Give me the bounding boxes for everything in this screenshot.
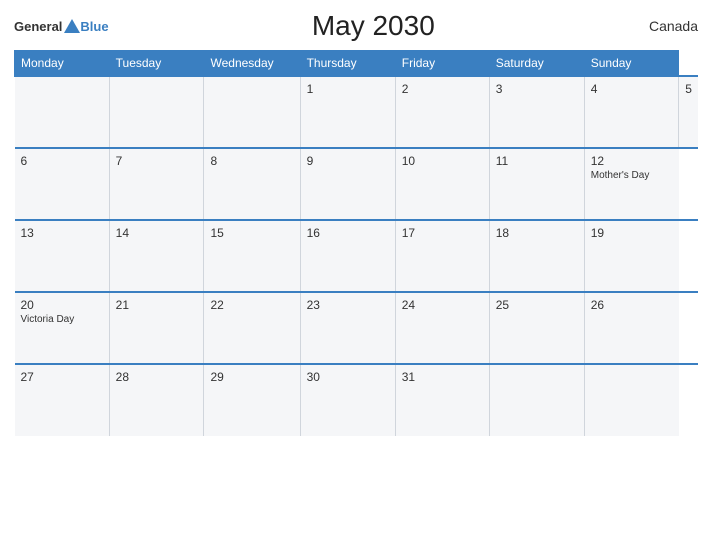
calendar-cell: 27 bbox=[15, 364, 110, 436]
weekday-header-wednesday: Wednesday bbox=[204, 51, 300, 77]
weekday-header-row: MondayTuesdayWednesdayThursdayFridaySatu… bbox=[15, 51, 699, 77]
holiday-label: Mother's Day bbox=[591, 170, 673, 181]
day-number: 7 bbox=[116, 154, 198, 168]
calendar-cell: 22 bbox=[204, 292, 300, 364]
calendar-cell: 2 bbox=[395, 76, 489, 148]
day-number: 11 bbox=[496, 154, 578, 168]
day-number: 31 bbox=[402, 370, 483, 384]
calendar-cell: 6 bbox=[15, 148, 110, 220]
day-number: 17 bbox=[402, 226, 483, 240]
calendar-cell: 20 Victoria Day bbox=[15, 292, 110, 364]
calendar-cell: 29 bbox=[204, 364, 300, 436]
calendar-cell: 5 bbox=[679, 76, 698, 148]
calendar-cell bbox=[584, 364, 679, 436]
logo: General Blue bbox=[14, 19, 109, 34]
day-number: 19 bbox=[591, 226, 673, 240]
holiday-label: Victoria Day bbox=[21, 314, 103, 325]
day-number: 5 bbox=[685, 82, 692, 96]
day-number: 8 bbox=[210, 154, 293, 168]
calendar-cell: 13 bbox=[15, 220, 110, 292]
calendar-title: May 2030 bbox=[109, 10, 638, 42]
day-number: 1 bbox=[307, 82, 389, 96]
day-number: 9 bbox=[307, 154, 389, 168]
day-number: 20 bbox=[21, 298, 103, 312]
day-number: 14 bbox=[116, 226, 198, 240]
calendar-header: General Blue May 2030 Canada bbox=[14, 10, 698, 42]
calendar-cell bbox=[15, 76, 110, 148]
day-number: 6 bbox=[21, 154, 103, 168]
day-number: 3 bbox=[496, 82, 578, 96]
calendar-cell: 24 bbox=[395, 292, 489, 364]
calendar-cell: 25 bbox=[489, 292, 584, 364]
day-number: 18 bbox=[496, 226, 578, 240]
day-number: 12 bbox=[591, 154, 673, 168]
day-number: 10 bbox=[402, 154, 483, 168]
calendar-cell: 28 bbox=[109, 364, 204, 436]
calendar-table: MondayTuesdayWednesdayThursdayFridaySatu… bbox=[14, 50, 698, 436]
logo-blue-text: Blue bbox=[80, 19, 108, 34]
day-number: 29 bbox=[210, 370, 293, 384]
day-number: 23 bbox=[307, 298, 389, 312]
calendar-week-row: 12345 bbox=[15, 76, 699, 148]
day-number: 15 bbox=[210, 226, 293, 240]
logo-general-text: General bbox=[14, 19, 62, 34]
day-number: 24 bbox=[402, 298, 483, 312]
calendar-cell: 31 bbox=[395, 364, 489, 436]
calendar-cell: 1 bbox=[300, 76, 395, 148]
day-number: 2 bbox=[402, 82, 483, 96]
calendar-cell: 4 bbox=[584, 76, 679, 148]
calendar-week-row: 13 14 15 16 17 18 19 bbox=[15, 220, 699, 292]
calendar-week-row: 20 Victoria Day 21 22 23 24 25 26 bbox=[15, 292, 699, 364]
calendar-container: General Blue May 2030 Canada MondayTuesda… bbox=[0, 0, 712, 550]
calendar-cell: 3 bbox=[489, 76, 584, 148]
day-number: 13 bbox=[21, 226, 103, 240]
logo-icon bbox=[64, 19, 80, 33]
calendar-week-row: 6789 10 11 12 Mother's Day bbox=[15, 148, 699, 220]
calendar-week-row: 27 28 29 30 31 bbox=[15, 364, 699, 436]
day-number: 21 bbox=[116, 298, 198, 312]
day-number: 28 bbox=[116, 370, 198, 384]
calendar-cell: 9 bbox=[300, 148, 395, 220]
day-number: 4 bbox=[591, 82, 673, 96]
calendar-cell: 8 bbox=[204, 148, 300, 220]
day-number: 30 bbox=[307, 370, 389, 384]
weekday-header-monday: Monday bbox=[15, 51, 110, 77]
calendar-cell: 30 bbox=[300, 364, 395, 436]
country-label: Canada bbox=[638, 18, 698, 34]
calendar-cell: 18 bbox=[489, 220, 584, 292]
calendar-cell: 23 bbox=[300, 292, 395, 364]
calendar-cell: 26 bbox=[584, 292, 679, 364]
calendar-cell bbox=[489, 364, 584, 436]
calendar-cell bbox=[204, 76, 300, 148]
calendar-cell bbox=[109, 76, 204, 148]
calendar-cell: 7 bbox=[109, 148, 204, 220]
day-number: 25 bbox=[496, 298, 578, 312]
weekday-header-thursday: Thursday bbox=[300, 51, 395, 77]
day-number: 26 bbox=[591, 298, 673, 312]
calendar-cell: 12 Mother's Day bbox=[584, 148, 679, 220]
calendar-cell: 15 bbox=[204, 220, 300, 292]
weekday-header-friday: Friday bbox=[395, 51, 489, 77]
weekday-header-sunday: Sunday bbox=[584, 51, 679, 77]
weekday-header-saturday: Saturday bbox=[489, 51, 584, 77]
calendar-cell: 17 bbox=[395, 220, 489, 292]
weekday-header-tuesday: Tuesday bbox=[109, 51, 204, 77]
day-number: 16 bbox=[307, 226, 389, 240]
day-number: 27 bbox=[21, 370, 103, 384]
calendar-cell: 19 bbox=[584, 220, 679, 292]
calendar-cell: 16 bbox=[300, 220, 395, 292]
calendar-cell: 21 bbox=[109, 292, 204, 364]
calendar-cell: 10 bbox=[395, 148, 489, 220]
calendar-cell: 11 bbox=[489, 148, 584, 220]
day-number: 22 bbox=[210, 298, 293, 312]
calendar-cell: 14 bbox=[109, 220, 204, 292]
